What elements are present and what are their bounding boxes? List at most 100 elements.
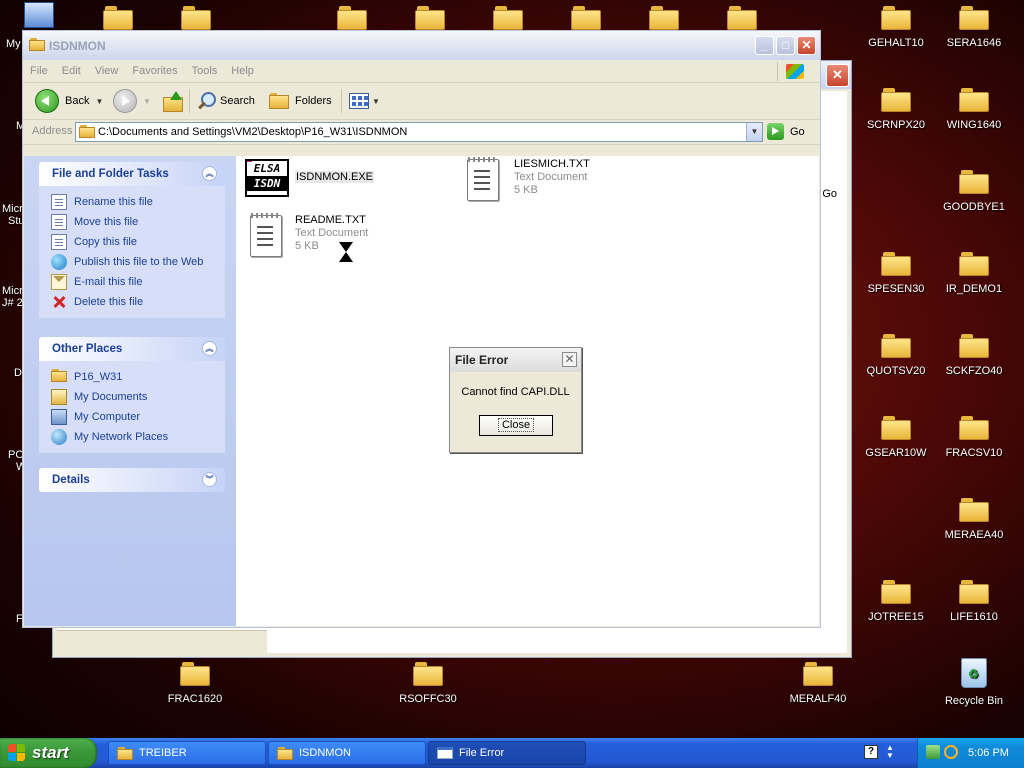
title-bar[interactable]: ISDNMON _ □ ✕ <box>23 31 820 60</box>
folder-icon[interactable] <box>493 6 523 30</box>
hourglass-cursor-icon <box>339 242 353 262</box>
details-panel: Details ︾ <box>39 468 225 492</box>
folder-icon <box>959 580 989 604</box>
icon-text: ISDN <box>247 176 287 191</box>
close-button[interactable]: ✕ <box>797 36 816 55</box>
maximize-button[interactable]: □ <box>776 36 795 55</box>
desktop-icon[interactable]: MERAEA40 <box>936 498 1012 541</box>
menu-favorites[interactable]: Favorites <box>125 60 184 77</box>
desktop-icon[interactable]: SPESEN30 <box>858 252 934 295</box>
network-tray-icon[interactable] <box>926 745 940 759</box>
address-input[interactable]: C:\Documents and Settings\VM2\Desktop\P1… <box>75 122 763 142</box>
desktop-icon[interactable]: LIFE1610 <box>936 580 1012 623</box>
desktop-icon[interactable]: MERALF40 <box>780 662 856 705</box>
folder-icon[interactable] <box>571 6 601 30</box>
folder-icon <box>959 416 989 440</box>
task-email-file[interactable]: E-mail this file <box>51 272 225 292</box>
folder-icon[interactable] <box>649 6 679 30</box>
desktop-icon[interactable]: WING1640 <box>936 88 1012 131</box>
task-rename-file[interactable]: Rename this file <box>51 192 225 212</box>
desktop-icon[interactable]: SERA1646 <box>936 6 1012 49</box>
search-button[interactable]: Search <box>197 89 255 113</box>
desktop-icon[interactable]: QUOTSV20 <box>858 334 934 377</box>
menu-edit[interactable]: Edit <box>55 60 88 77</box>
place-p16-w31[interactable]: P16_W31 <box>51 367 225 387</box>
task-publish-web[interactable]: Publish this file to the Web <box>51 252 225 272</box>
dialog-close-icon[interactable]: ✕ <box>562 352 577 367</box>
folder-icon[interactable] <box>181 6 211 30</box>
details-header[interactable]: Details ︾ <box>39 468 225 492</box>
file-tasks-header[interactable]: File and Folder Tasks ︽ <box>39 162 225 186</box>
place-my-network-places[interactable]: My Network Places <box>51 427 225 447</box>
forward-button[interactable]: ▼ <box>113 89 151 113</box>
expand-icon[interactable]: ︾ <box>202 472 217 487</box>
folder-icon[interactable] <box>727 6 757 30</box>
desktop-icon[interactable]: SCKFZO40 <box>936 334 1012 377</box>
task-delete-file[interactable]: Delete this file <box>51 292 225 312</box>
desktop-peek-label: Micr <box>2 203 23 215</box>
menu-tools[interactable]: Tools <box>185 60 225 77</box>
back-button[interactable]: Back ▼ <box>35 89 103 113</box>
collapse-icon[interactable]: ︽ <box>202 341 217 356</box>
other-places-header[interactable]: Other Places ︽ <box>39 337 225 361</box>
folder-icon[interactable] <box>337 6 367 30</box>
chevron-down-icon[interactable]: ▼ <box>95 97 103 106</box>
dialog-title-bar[interactable]: File Error ✕ <box>450 348 581 372</box>
minimize-button[interactable]: _ <box>755 36 774 55</box>
views-icon <box>349 93 369 109</box>
desktop-icon[interactable]: FRACSV10 <box>936 416 1012 459</box>
recycle-bin-icon: ♻ <box>961 658 987 688</box>
folder-icon <box>413 662 443 686</box>
file-item-isdnmon-exe[interactable]: ELSA ISDN ISDNMON.EXE <box>245 159 375 197</box>
collapse-icon[interactable]: ︽ <box>202 166 217 181</box>
place-my-documents[interactable]: My Documents <box>51 387 225 407</box>
menu-view[interactable]: View <box>88 60 126 77</box>
up-folder-button[interactable] <box>163 89 183 113</box>
desktop-icon[interactable]: RSOFFC30 <box>390 662 466 705</box>
chevron-down-icon[interactable]: ▼ <box>143 97 151 106</box>
task-copy-file[interactable]: Copy this file <box>51 232 225 252</box>
dialog-close-button[interactable]: Close <box>479 415 553 436</box>
desktop-icon[interactable]: GEHALT10 <box>858 6 934 49</box>
taskbar-button-treiber[interactable]: TREIBER <box>108 741 266 765</box>
toolbar-separator <box>341 89 342 113</box>
my-computer-icon[interactable] <box>24 2 54 28</box>
window-icon <box>437 747 453 759</box>
help-tray-icon[interactable]: ? <box>864 745 878 759</box>
start-button[interactable]: start <box>0 738 97 768</box>
folders-button[interactable]: Folders <box>269 89 332 113</box>
folder-icon[interactable] <box>415 6 445 30</box>
file-name: ISDNMON.EXE <box>295 171 375 183</box>
folder-icon[interactable] <box>103 6 133 30</box>
desktop-icon[interactable]: SCRNPX20 <box>858 88 934 131</box>
taskbar-button-isdnmon[interactable]: ISDNMON <box>268 741 426 765</box>
menu-file[interactable]: File <box>23 60 55 77</box>
dialog-close-label: Close <box>497 418 535 432</box>
chevron-down-icon[interactable]: ▼ <box>372 97 380 106</box>
desktop-icon[interactable]: JOTREE15 <box>858 580 934 623</box>
views-button[interactable]: ▼ <box>349 89 380 113</box>
address-path: C:\Documents and Settings\VM2\Desktop\P1… <box>98 126 408 138</box>
taskbar-button-file-error[interactable]: File Error <box>428 741 586 765</box>
folder-icon <box>117 746 133 760</box>
address-dropdown-button[interactable]: ▼ <box>746 123 762 141</box>
search-tray-icon[interactable] <box>944 745 958 759</box>
file-error-dialog[interactable]: File Error ✕ Cannot find CAPI.DLL Close <box>449 347 582 453</box>
menu-help[interactable]: Help <box>224 60 261 77</box>
desktop-icon[interactable]: IR_DEMO1 <box>936 252 1012 295</box>
task-move-file[interactable]: Move this file <box>51 212 225 232</box>
clock[interactable]: 5:06 PM <box>968 747 1009 759</box>
desktop-icon[interactable]: FRAC1620 <box>157 662 233 705</box>
go-button[interactable]: Go <box>767 123 805 140</box>
background-window-close-button[interactable]: ✕ <box>826 64 849 87</box>
desktop-icon[interactable]: GOODBYE1 <box>936 170 1012 213</box>
file-item-liesmich-txt[interactable]: LIESMICH.TXT Text Document 5 KB <box>467 156 590 201</box>
desktop-icon-recycle-bin[interactable]: ♻ Recycle Bin <box>936 658 1012 707</box>
chevron-up-down-icon[interactable]: ▲ ▼ <box>886 744 894 760</box>
desktop-icon[interactable]: GSEAR10W <box>858 416 934 459</box>
search-icon <box>197 92 216 110</box>
place-my-computer[interactable]: My Computer <box>51 407 225 427</box>
explorer-window[interactable]: ISDNMON _ □ ✕ File Edit View Favorites Tools… <box>22 30 821 628</box>
folder-icon <box>881 252 911 276</box>
folder-icon <box>959 252 989 276</box>
